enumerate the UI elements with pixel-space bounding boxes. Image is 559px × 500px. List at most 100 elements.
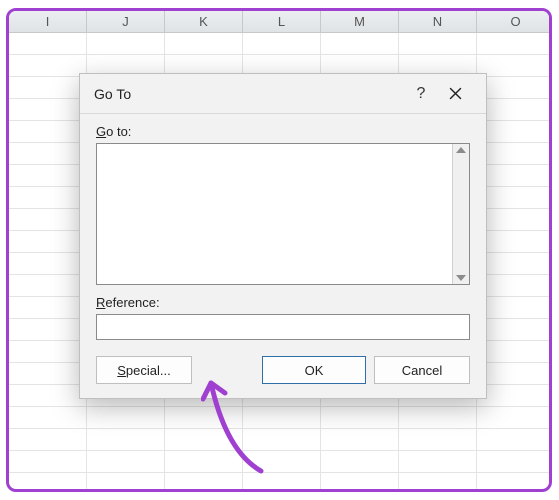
cell[interactable] [321, 473, 399, 492]
close-button[interactable] [438, 79, 472, 109]
cell[interactable] [399, 407, 477, 428]
cell[interactable] [477, 77, 552, 98]
dialog-titlebar[interactable]: Go To ? [80, 74, 486, 114]
help-button[interactable]: ? [404, 79, 438, 109]
cell[interactable] [243, 33, 321, 54]
goto-listbox[interactable] [97, 144, 452, 284]
cell[interactable] [321, 33, 399, 54]
dialog-button-row: Special... OK Cancel [96, 356, 470, 384]
cell[interactable] [9, 33, 87, 54]
cell[interactable] [477, 429, 552, 450]
cell[interactable] [477, 209, 552, 230]
listbox-scrollbar[interactable] [452, 144, 469, 284]
grid-row [9, 429, 549, 451]
goto-label: Go to: [96, 124, 470, 139]
cell[interactable] [9, 99, 87, 120]
cell[interactable] [477, 407, 552, 428]
cell[interactable] [477, 253, 552, 274]
column-header[interactable]: O [477, 11, 552, 32]
cell[interactable] [477, 385, 552, 406]
cell[interactable] [477, 319, 552, 340]
cell[interactable] [477, 297, 552, 318]
cell[interactable] [87, 407, 165, 428]
cell[interactable] [9, 319, 87, 340]
grid-row [9, 33, 549, 55]
grid-row [9, 473, 549, 492]
cell[interactable] [243, 429, 321, 450]
cancel-button[interactable]: Cancel [374, 356, 470, 384]
reference-label: Reference: [96, 295, 470, 310]
cell[interactable] [165, 473, 243, 492]
column-header[interactable]: J [87, 11, 165, 32]
dialog-title: Go To [94, 86, 404, 102]
cell[interactable] [321, 407, 399, 428]
cell[interactable] [9, 341, 87, 362]
goto-listbox-container [96, 143, 470, 285]
cell[interactable] [243, 451, 321, 472]
cell[interactable] [477, 165, 552, 186]
grid-row [9, 451, 549, 473]
cell[interactable] [9, 275, 87, 296]
column-header[interactable]: L [243, 11, 321, 32]
ok-button[interactable]: OK [262, 356, 366, 384]
cell[interactable] [477, 33, 552, 54]
cell[interactable] [9, 385, 87, 406]
column-header[interactable]: K [165, 11, 243, 32]
cell[interactable] [87, 451, 165, 472]
cell[interactable] [9, 363, 87, 384]
goto-dialog: Go To ? Go to: Reference: [79, 73, 487, 399]
special-button[interactable]: Special... [96, 356, 192, 384]
cell[interactable] [9, 297, 87, 318]
grid-row [9, 407, 549, 429]
cell[interactable] [321, 451, 399, 472]
cell[interactable] [9, 429, 87, 450]
cell[interactable] [477, 143, 552, 164]
cell[interactable] [9, 451, 87, 472]
cell[interactable] [9, 187, 87, 208]
cell[interactable] [399, 451, 477, 472]
cell[interactable] [9, 231, 87, 252]
scroll-down-icon [456, 275, 466, 281]
close-icon [449, 87, 462, 100]
cell[interactable] [9, 253, 87, 274]
cell[interactable] [243, 473, 321, 492]
cell[interactable] [477, 99, 552, 120]
cell[interactable] [87, 429, 165, 450]
cell[interactable] [477, 363, 552, 384]
cell[interactable] [9, 473, 87, 492]
cell[interactable] [9, 121, 87, 142]
screenshot-frame: I J K L M N O Go To ? Go to: [6, 8, 552, 492]
column-header[interactable]: M [321, 11, 399, 32]
cell[interactable] [399, 33, 477, 54]
cell[interactable] [321, 429, 399, 450]
cell[interactable] [477, 121, 552, 142]
cell[interactable] [9, 209, 87, 230]
cell[interactable] [399, 473, 477, 492]
reference-input[interactable] [96, 314, 470, 340]
cell[interactable] [399, 429, 477, 450]
cell[interactable] [9, 143, 87, 164]
cell[interactable] [243, 407, 321, 428]
scroll-up-icon [456, 147, 466, 153]
cell[interactable] [9, 77, 87, 98]
cell[interactable] [87, 473, 165, 492]
cell[interactable] [477, 473, 552, 492]
column-header[interactable]: N [399, 11, 477, 32]
column-headers-row: I J K L M N O [9, 11, 549, 33]
dialog-content: Go to: Reference: Special... OK Cancel [80, 114, 486, 398]
cell[interactable] [165, 451, 243, 472]
cell[interactable] [477, 341, 552, 362]
cell[interactable] [477, 55, 552, 76]
cell[interactable] [9, 407, 87, 428]
cell[interactable] [87, 33, 165, 54]
cell[interactable] [165, 407, 243, 428]
cell[interactable] [9, 55, 87, 76]
cell[interactable] [477, 187, 552, 208]
cell[interactable] [9, 165, 87, 186]
cell[interactable] [477, 231, 552, 252]
column-header[interactable]: I [9, 11, 87, 32]
cell[interactable] [477, 275, 552, 296]
cell[interactable] [165, 429, 243, 450]
cell[interactable] [477, 451, 552, 472]
cell[interactable] [165, 33, 243, 54]
